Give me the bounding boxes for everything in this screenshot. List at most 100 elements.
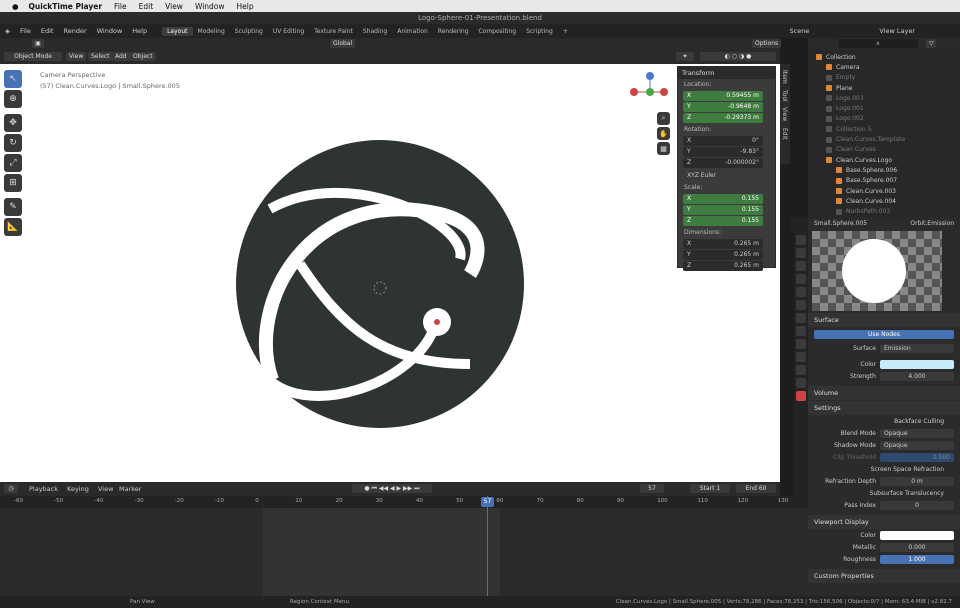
tab-shading[interactable]: Shading — [358, 27, 392, 36]
playback-controls[interactable]: ● ⏮ ◀◀ ◀ ▶ ▶▶ ⏭ — [352, 484, 432, 493]
rotation-x[interactable]: X 0° — [683, 136, 763, 146]
constraints-tab-icon[interactable] — [796, 365, 806, 375]
viewport-display-section[interactable]: Viewport Display — [808, 515, 960, 529]
outliner-row[interactable]: Collection 5 — [808, 124, 960, 134]
outliner-row[interactable]: Base.Sphere.006 — [808, 165, 960, 175]
object-tab-icon[interactable] — [796, 313, 806, 323]
emission-color-swatch[interactable] — [880, 359, 954, 369]
dimension-z[interactable]: Z 0.265 m — [683, 261, 763, 271]
outliner-search-input[interactable]: ⌕ — [838, 39, 918, 48]
dimension-y[interactable]: Y 0.265 m — [683, 250, 763, 260]
view-layer-tab-icon[interactable] — [796, 274, 806, 284]
outliner-row[interactable]: Clean.Curves.Logo — [808, 155, 960, 165]
start-frame-field[interactable]: Start 1 — [690, 484, 730, 493]
sss-checkbox[interactable]: Subsurface Translucency — [808, 490, 948, 497]
tab-layout[interactable]: Layout — [162, 26, 193, 36]
data-tab-icon[interactable] — [796, 378, 806, 388]
menu-keying[interactable]: Keying — [62, 485, 94, 493]
blend-mode-dropdown[interactable]: Opaque — [880, 428, 954, 438]
rotation-y[interactable]: Y -9.83° — [683, 147, 763, 157]
menu-marker[interactable]: Marker — [114, 485, 146, 493]
camera-view-icon[interactable]: ▦ — [657, 142, 670, 155]
playhead[interactable] — [487, 496, 488, 596]
material-name[interactable]: Orbit.Emission — [910, 220, 954, 227]
scale-x[interactable]: X 0.155 — [683, 194, 763, 204]
outliner-row[interactable]: Base.Sphere.007 — [808, 176, 960, 186]
outliner-row[interactable]: Empty — [808, 73, 960, 83]
tab-texture-paint[interactable]: Texture Paint — [309, 27, 358, 36]
playhead-frame-label[interactable]: 57 — [481, 497, 494, 507]
mac-menu-file[interactable]: File — [114, 2, 127, 11]
location-x[interactable]: X 0.59455 m — [683, 91, 763, 101]
material-tab-icon[interactable] — [796, 391, 806, 401]
blender-logo-icon[interactable]: ◈ — [0, 27, 15, 35]
menu-object[interactable]: Object — [130, 52, 156, 61]
backface-culling-checkbox[interactable]: Backface Culling — [808, 418, 948, 425]
outliner-row[interactable]: Collection — [808, 52, 960, 62]
move-tool-icon[interactable]: ✥ — [4, 114, 22, 132]
view-layer-selector[interactable]: View Layer — [874, 27, 920, 35]
outliner-row[interactable]: Plane — [808, 83, 960, 93]
tab-animation[interactable]: Animation — [392, 27, 433, 36]
tab-edit[interactable]: Edit — [781, 128, 788, 140]
gizmo-toggle-icon[interactable]: ✦ — [676, 52, 694, 61]
outliner-row[interactable]: Clean.Curve.004 — [808, 196, 960, 206]
physics-tab-icon[interactable] — [796, 352, 806, 362]
render-tab-icon[interactable] — [796, 248, 806, 258]
scene-tab-icon[interactable] — [796, 287, 806, 297]
select-tool-icon[interactable]: ↖ — [4, 70, 22, 88]
vp-color-swatch[interactable] — [880, 530, 954, 540]
scale-tool-icon[interactable]: ⤢ — [4, 154, 22, 172]
mac-menu-edit[interactable]: Edit — [139, 2, 154, 11]
menu-edit[interactable]: Edit — [36, 27, 59, 35]
tab-sculpting[interactable]: Sculpting — [230, 27, 268, 36]
location-y[interactable]: Y -0.9648 m — [683, 102, 763, 112]
surface-section[interactable]: Surface — [808, 313, 960, 327]
surface-dropdown[interactable]: Emission — [880, 343, 954, 353]
shading-mode-buttons[interactable]: ◐ ○ ◑ ● — [700, 52, 776, 61]
dimension-x[interactable]: X 0.265 m — [683, 239, 763, 249]
menu-playback[interactable]: Playback — [24, 485, 63, 493]
mac-menu-help[interactable]: Help — [237, 2, 254, 11]
menu-window[interactable]: Window — [92, 27, 128, 35]
scale-z[interactable]: Z 0.155 — [683, 216, 763, 226]
tab-tool[interactable]: Tool — [781, 90, 788, 102]
custom-properties-section[interactable]: Custom Properties — [808, 569, 960, 583]
refraction-depth-field[interactable]: 0 m — [880, 476, 954, 486]
tab-compositing[interactable]: Compositing — [473, 27, 521, 36]
menu-file[interactable]: File — [15, 27, 36, 35]
volume-section[interactable]: Volume — [808, 386, 960, 400]
metallic-field[interactable]: 0.000 — [880, 542, 954, 552]
outliner-row[interactable]: Logo.002 — [808, 114, 960, 124]
particles-tab-icon[interactable] — [796, 339, 806, 349]
clip-threshold-field[interactable]: 0.500 — [880, 452, 954, 462]
outliner-row[interactable]: Clean Curves — [808, 145, 960, 155]
nav-gizmo[interactable] — [628, 68, 668, 108]
menu-view[interactable]: View — [66, 52, 87, 61]
ssr-checkbox[interactable]: Screen Space Refraction — [808, 466, 948, 473]
transform-orientation-dropdown[interactable]: Global — [330, 39, 356, 48]
shadow-mode-dropdown[interactable]: Opaque — [880, 440, 954, 450]
transform-tool-icon[interactable]: ⊞ — [4, 174, 22, 192]
measure-tool-icon[interactable]: 📐 — [4, 218, 22, 236]
settings-section[interactable]: Settings — [808, 401, 960, 415]
modifier-tab-icon[interactable] — [796, 326, 806, 336]
object-mode-dropdown[interactable]: Object Mode — [4, 52, 62, 61]
add-workspace-button[interactable]: + — [558, 27, 573, 36]
rotation-z[interactable]: Z -0.000002° — [683, 158, 763, 168]
outliner-row[interactable]: Clean.Curves.Template — [808, 134, 960, 144]
outliner-row[interactable]: Logo.003 — [808, 93, 960, 103]
outliner-row[interactable]: Logo.001 — [808, 103, 960, 113]
tab-rendering[interactable]: Rendering — [433, 27, 474, 36]
annotate-tool-icon[interactable]: ✎ — [4, 198, 22, 216]
rotate-tool-icon[interactable]: ↻ — [4, 134, 22, 152]
options-dropdown[interactable]: Options — [752, 39, 782, 48]
tool-tab-icon[interactable] — [796, 235, 806, 245]
3d-viewport[interactable]: ⌕ ✋ ▦ — [0, 64, 780, 482]
menu-render[interactable]: Render — [58, 27, 91, 35]
mac-menu-window[interactable]: Window — [195, 2, 225, 11]
location-z[interactable]: Z -0.29373 m — [683, 113, 763, 123]
timeline-ruler[interactable] — [0, 496, 808, 508]
editor-type-icon[interactable]: ◷ — [4, 484, 18, 493]
filter-icon[interactable]: ▽ — [926, 39, 936, 48]
